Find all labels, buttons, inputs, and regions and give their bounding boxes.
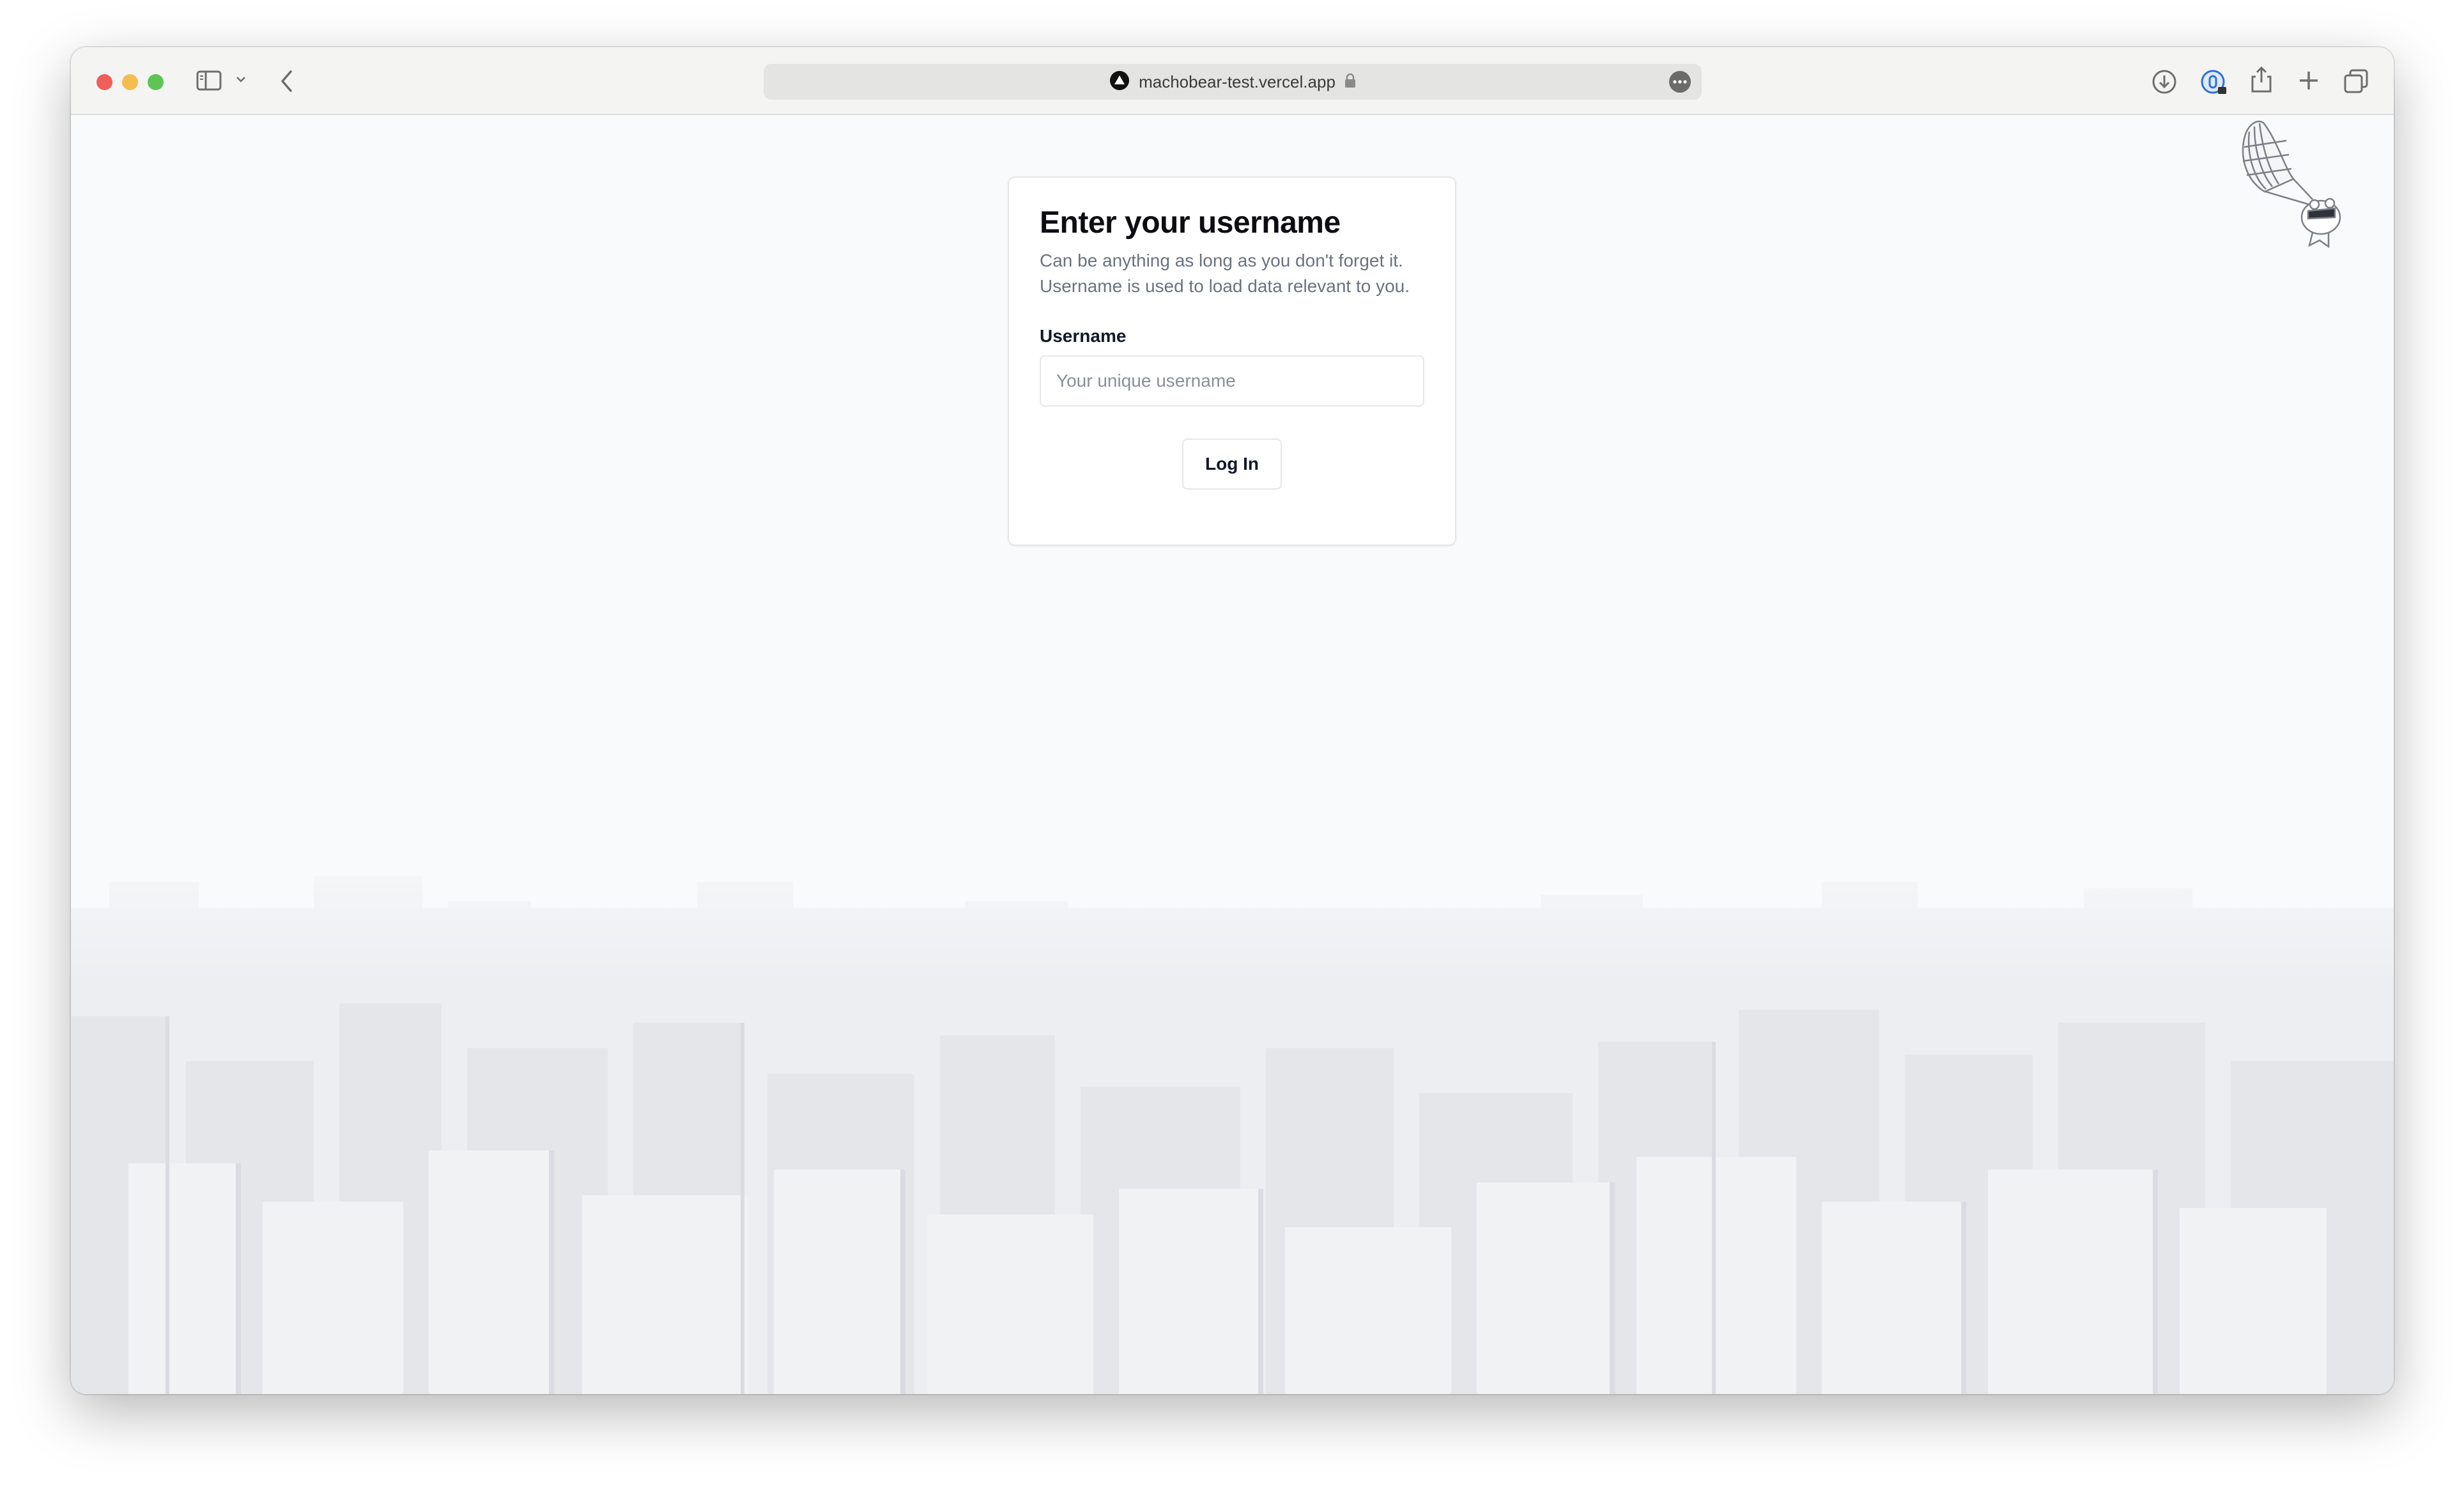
zoom-window-button[interactable] — [148, 74, 164, 90]
login-description: Can be anything as long as you don't for… — [1040, 250, 1410, 296]
download-icon[interactable] — [2152, 69, 2177, 95]
share-icon[interactable] — [2250, 65, 2273, 93]
back-arrow-icon[interactable] — [279, 69, 295, 93]
ellipsis-icon[interactable] — [1668, 70, 1691, 93]
username-label: Username — [1040, 325, 1127, 346]
login-card: Enter your username Can be anything as l… — [1008, 176, 1456, 546]
lock-icon — [1344, 73, 1356, 91]
login-title: Enter your username — [1040, 206, 1341, 240]
password-extension-icon[interactable] — [2200, 69, 2228, 97]
chevron-down-icon[interactable] — [236, 75, 246, 83]
parachute-bear-mascot — [2242, 120, 2341, 249]
log-in-button[interactable]: Log In — [1182, 438, 1282, 490]
url-text: machobear-test.vercel.app — [1139, 72, 1336, 91]
browser-window: machobear-test.vercel.app Enter your use… — [71, 47, 2394, 1394]
browser-toolbar: machobear-test.vercel.app — [71, 47, 2394, 115]
username-input[interactable] — [1040, 355, 1424, 407]
sidebar-toggle-icon[interactable] — [196, 70, 222, 91]
vercel-triangle-icon — [1109, 70, 1130, 94]
address-bar[interactable]: machobear-test.vercel.app — [764, 64, 1702, 100]
page-viewport: Enter your username Can be anything as l… — [71, 115, 2394, 1394]
tab-overview-icon[interactable] — [2343, 68, 2369, 94]
plus-icon[interactable] — [2297, 69, 2320, 92]
close-window-button[interactable] — [96, 74, 112, 90]
minimize-window-button[interactable] — [122, 74, 138, 90]
login-actions: Log In — [1040, 438, 1424, 490]
